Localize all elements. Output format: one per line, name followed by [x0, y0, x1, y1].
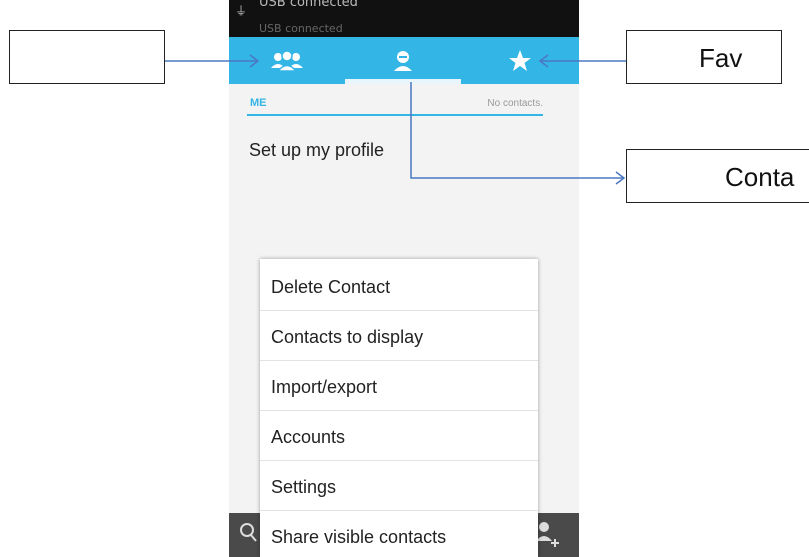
menu-item-label: Accounts [271, 427, 346, 447]
menu-item-label: Delete Contact [271, 277, 391, 297]
search-icon[interactable] [239, 521, 259, 549]
overflow-menu: Delete Contact Contacts to display Impor… [260, 259, 538, 557]
phone-screen: ⏚ USB connected USB connected ME No cont… [229, 0, 579, 557]
menu-item-import-export[interactable]: Import/export [260, 361, 538, 411]
people-icon [270, 49, 304, 72]
menu-item-label: Import/export [271, 377, 378, 397]
menu-item-label: Share visible contacts [271, 527, 447, 547]
add-contact-icon[interactable] [535, 519, 561, 554]
tab-contacts[interactable] [345, 37, 461, 84]
status-bar: ⏚ USB connected USB connected [229, 0, 579, 37]
menu-item-contacts-to-display[interactable]: Contacts to display [260, 311, 538, 361]
usb-icon: ⏚ [235, 4, 248, 18]
arrow-head-contacts [615, 171, 626, 185]
callout-favorites-box: Fav [626, 30, 782, 84]
menu-item-delete-contact[interactable]: Delete Contact [260, 261, 538, 311]
menu-item-label: Settings [271, 477, 337, 497]
menu-item-share-visible-contacts[interactable]: Share visible contacts [260, 511, 538, 557]
status-text: USB connected [259, 0, 358, 10]
menu-item-accounts[interactable]: Accounts [260, 411, 538, 461]
menu-item-label: Contacts to display [271, 327, 424, 347]
star-icon [508, 49, 532, 72]
tab-bar [229, 37, 579, 84]
callout-favorites-label: Fav [699, 43, 743, 73]
selected-tab-indicator [345, 79, 461, 84]
me-section-header: ME No contacts. [247, 96, 543, 116]
setup-profile-link[interactable]: Set up my profile [249, 140, 384, 161]
person-icon [392, 50, 414, 72]
status-text-secondary: USB connected [259, 22, 343, 35]
callout-groups-box [9, 30, 165, 84]
me-label: ME [250, 97, 267, 109]
tab-groups[interactable] [229, 37, 345, 84]
callout-contacts-label: Conta [725, 162, 795, 192]
menu-item-settings[interactable]: Settings [260, 461, 538, 511]
no-contacts-label: No contacts. [487, 98, 543, 109]
callout-contacts-box: Conta [626, 149, 809, 203]
tab-favorites[interactable] [461, 37, 579, 84]
